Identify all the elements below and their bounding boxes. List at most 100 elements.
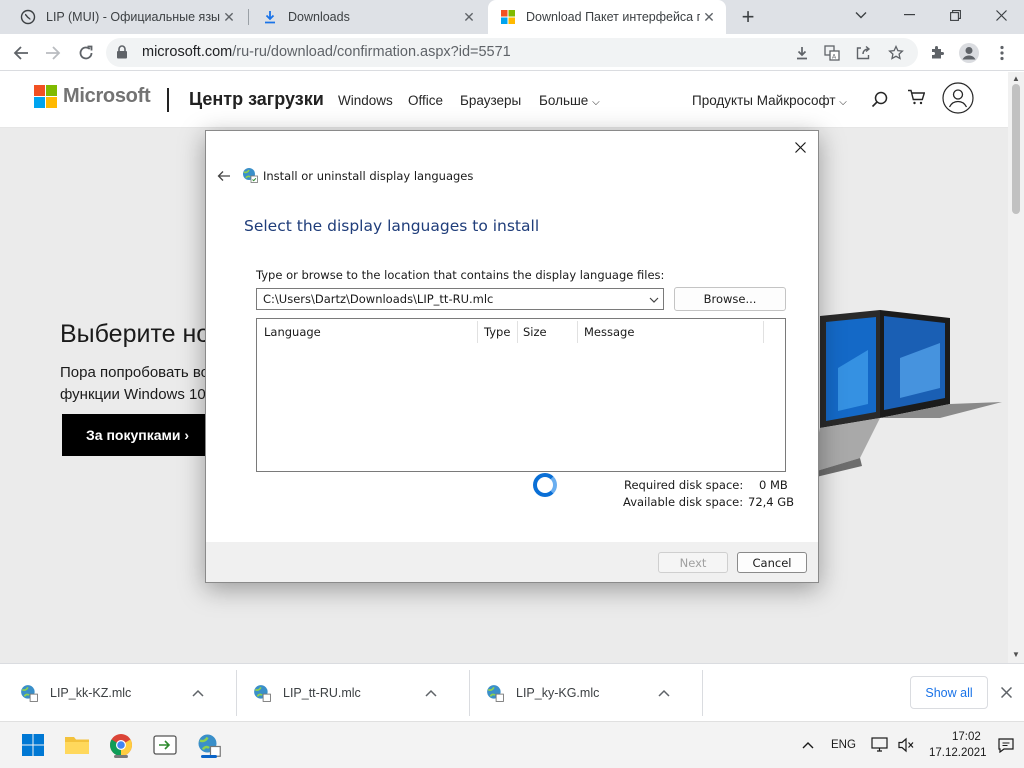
language-globe-icon (242, 167, 258, 186)
chevron-up-icon[interactable] (796, 730, 820, 760)
tab-downloads[interactable]: Downloads ✕ (250, 0, 486, 34)
profile-avatar-icon[interactable] (957, 41, 981, 65)
show-all-button[interactable]: Show all (910, 676, 988, 709)
microsoft-logo[interactable]: Microsoft (34, 85, 151, 108)
folder-icon (65, 737, 89, 754)
path-combobox[interactable]: C:\Users\Dartz\Downloads\LIP_tt-RU.mlc (256, 288, 664, 310)
chevron-up-icon[interactable] (656, 689, 672, 697)
share-icon[interactable] (853, 43, 873, 63)
chevron-up-icon[interactable] (423, 689, 439, 697)
cancel-button[interactable]: Cancel (737, 552, 807, 573)
browse-button[interactable]: Browse... (674, 287, 786, 311)
chevron-down-icon[interactable] (649, 293, 659, 308)
tab-search-icon[interactable] (838, 0, 884, 30)
nav-office[interactable]: Office (408, 93, 443, 108)
tab-divider (248, 9, 249, 25)
minimize-button[interactable] (886, 0, 932, 30)
hero-text-line-1: Пора попробовать во (60, 364, 209, 381)
volume-muted-icon[interactable] (894, 730, 918, 760)
nav-more[interactable]: Больше ⌵ (539, 93, 600, 108)
tab-download-package[interactable]: Download Пакет интерфейса п ✕ (488, 0, 726, 34)
scroll-down-icon[interactable]: ▼ (1012, 650, 1020, 659)
windows-logo-icon (22, 734, 44, 756)
menu-dots-icon[interactable] (990, 41, 1014, 65)
dialog-close-button[interactable] (790, 137, 810, 157)
chevron-right-icon: › (184, 427, 190, 443)
translate-icon[interactable]: A (822, 43, 842, 63)
clock-date[interactable]: 17.12.2021 (929, 747, 987, 759)
column-divider (477, 321, 478, 343)
shop-button[interactable]: За покупками › (62, 414, 208, 456)
close-icon[interactable]: ✕ (460, 8, 478, 26)
microsoft-logo-icon (500, 9, 516, 25)
column-size[interactable]: Size (523, 325, 547, 339)
required-space-label: Required disk space: (624, 478, 744, 492)
column-divider (517, 321, 518, 343)
chevron-down-icon: ⌵ (839, 97, 847, 108)
download-item[interactable]: LIP_kk-KZ.mlc (20, 664, 206, 722)
cart-icon[interactable] (907, 89, 926, 108)
terminal-app[interactable] (150, 730, 180, 760)
account-icon[interactable] (942, 82, 974, 117)
tab-lip-mui[interactable]: LIP (MUI) - Официальные языко ✕ (8, 0, 246, 34)
column-divider (577, 321, 578, 343)
network-icon[interactable] (868, 730, 892, 760)
language-indicator[interactable]: ENG (831, 739, 856, 751)
loading-spinner (533, 473, 557, 497)
extensions-icon[interactable] (925, 41, 949, 65)
column-language[interactable]: Language (264, 325, 321, 339)
nav-windows[interactable]: Windows (338, 93, 393, 108)
close-window-button[interactable] (978, 0, 1024, 30)
close-icon[interactable]: ✕ (220, 8, 238, 26)
new-tab-button[interactable]: + (736, 4, 760, 29)
language-file-icon (486, 684, 504, 702)
back-arrow-icon[interactable] (214, 167, 234, 185)
chrome-icon (110, 734, 132, 756)
nav-browsers[interactable]: Браузеры (460, 93, 521, 108)
bookmark-star-icon[interactable] (886, 43, 906, 63)
globe-phone-icon (20, 9, 36, 25)
chevron-up-icon[interactable] (190, 689, 206, 697)
download-icon (262, 9, 278, 25)
column-type[interactable]: Type (484, 325, 510, 339)
close-icon[interactable] (996, 682, 1016, 702)
search-icon[interactable] (871, 91, 888, 111)
back-button[interactable] (8, 40, 34, 66)
scrollbar-thumb[interactable] (1012, 84, 1020, 214)
chrome-app[interactable] (106, 730, 136, 760)
tab-title: LIP (MUI) - Официальные языко (46, 10, 220, 24)
download-item[interactable]: LIP_tt-RU.mlc (253, 664, 439, 722)
clock-time[interactable]: 17:02 (952, 731, 981, 743)
active-indicator (201, 755, 217, 758)
page-scrollbar[interactable]: ▲ ▼ (1008, 72, 1024, 663)
download-icon[interactable] (792, 43, 812, 63)
reload-button[interactable] (73, 40, 99, 66)
start-button[interactable] (18, 730, 48, 760)
language-installer-app[interactable] (194, 730, 224, 760)
next-button[interactable]: Next (658, 552, 728, 573)
list-header: Language Type Size Message (257, 319, 785, 345)
hero-heading: Выберите нов (60, 320, 224, 348)
download-item[interactable]: LIP_ky-KG.mlc (486, 664, 672, 722)
dialog-footer: Next Cancel (206, 542, 818, 582)
site-header: Microsoft Центр загрузки Windows Office … (0, 72, 1008, 128)
column-message[interactable]: Message (584, 325, 634, 339)
tab-title: Downloads (288, 10, 350, 24)
language-globe-icon (198, 734, 221, 757)
download-center-title[interactable]: Центр загрузки (189, 89, 324, 110)
forward-button[interactable] (40, 40, 66, 66)
notification-icon[interactable] (994, 730, 1018, 760)
required-space-value: 0 MB (759, 478, 788, 492)
close-icon[interactable]: ✕ (700, 8, 718, 26)
nav-products[interactable]: Продукты Майкрософт ⌵ (692, 93, 847, 108)
restore-button[interactable] (932, 0, 978, 30)
language-list[interactable]: Language Type Size Message (256, 318, 786, 472)
scroll-up-icon[interactable]: ▲ (1012, 74, 1020, 83)
install-languages-dialog: Install or uninstall display languages S… (205, 130, 819, 583)
lock-icon[interactable] (116, 45, 128, 62)
address-bar[interactable]: microsoft.com/ru-ru/download/confirmatio… (106, 38, 918, 67)
file-explorer-app[interactable] (62, 730, 92, 760)
header-divider (167, 88, 169, 112)
nav-products-label: Продукты Майкрософт (692, 93, 836, 108)
url-text: microsoft.com/ru-ru/download/confirmatio… (142, 44, 511, 60)
